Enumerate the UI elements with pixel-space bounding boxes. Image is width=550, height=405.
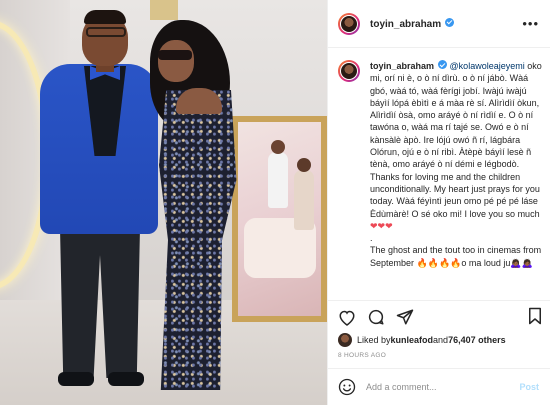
author-username-link[interactable]: toyin_abraham <box>370 17 455 30</box>
caption-avatar[interactable] <box>338 60 360 82</box>
bookmark-icon[interactable] <box>527 307 543 325</box>
mention-link[interactable]: @kolawoleajeyemi <box>450 61 525 71</box>
post-side-panel: toyin_abraham ••• toyin_abraham @kolawol… <box>327 0 550 405</box>
man-shoe <box>108 372 144 386</box>
man-glasses <box>86 27 126 37</box>
caption-text: oko mi, orí ni è, o ò ní dìrù. o ò ní já… <box>370 61 545 219</box>
woman-face <box>158 40 194 82</box>
caption-body: toyin_abraham @kolawoleajeyemi oko mi, o… <box>370 60 542 269</box>
fire-emoji: 🔥🔥🔥🔥 <box>416 257 462 268</box>
liker-avatar[interactable] <box>338 333 352 347</box>
gold-pillar <box>150 0 178 20</box>
action-bar <box>338 307 543 327</box>
instagram-post: toyin_abraham ••• toyin_abraham @kolawol… <box>0 0 550 405</box>
caption-username-link[interactable]: toyin_abraham <box>370 61 434 71</box>
post-comment-button[interactable]: Post <box>519 382 539 392</box>
verified-badge-icon <box>445 17 455 27</box>
smiley-icon[interactable] <box>338 378 356 396</box>
verified-badge-icon <box>438 60 448 69</box>
post-photo[interactable] <box>0 0 327 405</box>
paper-plane-icon[interactable] <box>396 308 414 326</box>
family-portrait-frame <box>232 116 327 322</box>
post-caption: toyin_abraham @kolawoleajeyemi oko mi, o… <box>338 60 543 269</box>
likes-summary: Liked by kunleafod and 76,407 others <box>338 333 506 347</box>
hearts-emoji: ❤❤❤ <box>370 220 393 231</box>
likes-middle: and <box>433 335 449 345</box>
post-header: toyin_abraham ••• <box>328 0 550 48</box>
portrait-child <box>268 140 288 208</box>
more-options-icon[interactable]: ••• <box>522 16 539 31</box>
comment-input[interactable] <box>366 382 506 392</box>
man-shoe <box>58 372 94 386</box>
portrait-child <box>294 158 314 230</box>
comment-icon[interactable] <box>367 308 385 326</box>
likes-count-link[interactable]: 76,407 others <box>448 335 506 345</box>
post-timestamp[interactable]: 8 HOURS AGO <box>338 352 386 359</box>
woman-shoulder <box>176 88 222 114</box>
divider <box>328 300 550 301</box>
bowing-emoji: 🙇🏾‍♀️🙇🏾‍♀️ <box>510 257 533 268</box>
man-hair <box>84 10 126 24</box>
author-avatar[interactable] <box>338 12 360 35</box>
likes-prefix: Liked by <box>357 335 391 345</box>
comment-form: Post <box>328 368 550 405</box>
woman-sunglasses <box>158 50 192 60</box>
caption-dot: . <box>370 233 373 244</box>
liker-username-link[interactable]: kunleafod <box>391 335 434 345</box>
heart-icon[interactable] <box>338 309 356 326</box>
family-portrait <box>238 122 321 316</box>
caption-text-3: o ma loud ju <box>461 257 511 268</box>
